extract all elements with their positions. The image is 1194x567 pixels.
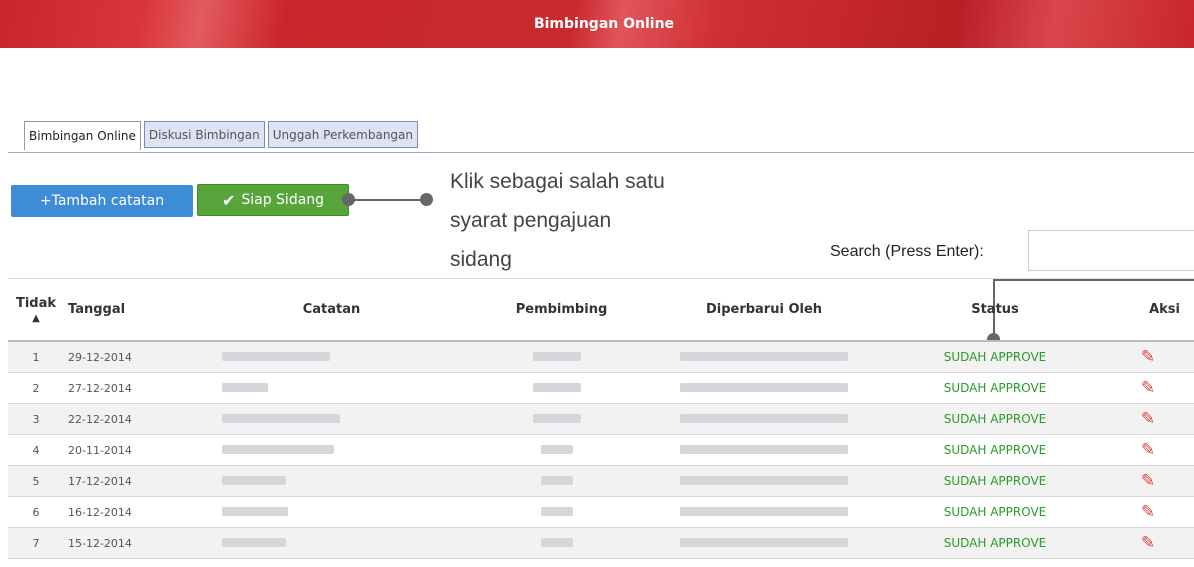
table-row: 7 15-12-2014 SUDAH APPROVE ✎: [8, 527, 1194, 559]
row-status: SUDAH APPROVE: [888, 341, 1102, 373]
row-pembimbing-redacted: [483, 527, 640, 559]
add-note-button[interactable]: +Tambah catatan: [11, 185, 193, 217]
tab-unggah-perkembangan[interactable]: Unggah Perkembangan: [267, 121, 419, 148]
col-tidak-label: Tidak: [15, 295, 57, 311]
table-row: 4 20-11-2014 SUDAH APPROVE ✎: [8, 434, 1194, 466]
row-catatan-redacted: [180, 341, 483, 373]
row-status: SUDAH APPROVE: [888, 527, 1102, 559]
row-action: ✎: [1102, 434, 1194, 466]
row-updater-redacted: [640, 372, 888, 404]
table-row: 5 17-12-2014 SUDAH APPROVE ✎: [8, 465, 1194, 497]
callout-line-2: syarat pengajuan: [450, 209, 612, 232]
col-tanggal-header[interactable]: Tanggal: [64, 278, 180, 342]
col-diperbarui-header[interactable]: Diperbarui Oleh: [640, 278, 888, 342]
row-date: 17-12-2014: [64, 465, 180, 497]
search-label: Search (Press Enter):: [830, 243, 984, 260]
pencil-icon[interactable]: ✎: [1141, 471, 1155, 491]
row-catatan-redacted: [180, 403, 483, 435]
row-status: SUDAH APPROVE: [888, 496, 1102, 528]
callout-dot-end: [420, 193, 433, 206]
row-action: ✎: [1102, 496, 1194, 528]
row-action: ✎: [1102, 465, 1194, 497]
table-header-row: Tidak ▲ Tanggal Catatan Pembimbing Diper…: [8, 278, 1194, 342]
tab-bar: Bimbingan Online Diskusi Bimbingan Ungga…: [24, 121, 421, 150]
callout-line-3: sidang: [450, 248, 512, 271]
pencil-icon[interactable]: ✎: [1141, 502, 1155, 522]
row-number: 4: [8, 434, 64, 466]
siap-sidang-button[interactable]: ✔ Siap Sidang: [197, 184, 349, 216]
row-date: 27-12-2014: [64, 372, 180, 404]
pencil-icon[interactable]: ✎: [1141, 440, 1155, 460]
pencil-icon[interactable]: ✎: [1141, 347, 1155, 367]
search-input[interactable]: [1028, 230, 1194, 271]
row-updater-redacted: [640, 341, 888, 373]
row-updater-redacted: [640, 403, 888, 435]
check-icon: ✔: [221, 190, 236, 210]
callout-line-1: Klik sebagai salah satu: [450, 170, 665, 193]
table-row: 3 22-12-2014 SUDAH APPROVE ✎: [8, 403, 1194, 435]
row-pembimbing-redacted: [483, 496, 640, 528]
row-pembimbing-redacted: [483, 434, 640, 466]
row-number: 2: [8, 372, 64, 404]
header-banner: Bimbingan Online: [0, 0, 1194, 48]
sort-up-icon: ▲: [32, 312, 40, 324]
row-date: 15-12-2014: [64, 527, 180, 559]
notes-table: Tidak ▲ Tanggal Catatan Pembimbing Diper…: [8, 278, 1194, 559]
row-date: 22-12-2014: [64, 403, 180, 435]
table-row: 2 27-12-2014 SUDAH APPROVE ✎: [8, 372, 1194, 404]
row-number: 1: [8, 341, 64, 373]
row-action: ✎: [1102, 372, 1194, 404]
row-catatan-redacted: [180, 527, 483, 559]
row-action: ✎: [1102, 341, 1194, 373]
pencil-icon[interactable]: ✎: [1141, 378, 1155, 398]
row-updater-redacted: [640, 496, 888, 528]
row-number: 6: [8, 496, 64, 528]
row-date: 20-11-2014: [64, 434, 180, 466]
table-row: 6 16-12-2014 SUDAH APPROVE ✎: [8, 496, 1194, 528]
col-status-header[interactable]: Status: [888, 278, 1102, 342]
row-number: 5: [8, 465, 64, 497]
row-catatan-redacted: [180, 496, 483, 528]
row-action: ✎: [1102, 403, 1194, 435]
siap-sidang-label: Siap Sidang: [241, 192, 325, 208]
row-pembimbing-redacted: [483, 403, 640, 435]
tab-bimbingan-online[interactable]: Bimbingan Online: [24, 121, 141, 150]
col-pembimbing-header[interactable]: Pembimbing: [483, 278, 640, 342]
page-title: Bimbingan Online: [533, 16, 675, 32]
row-catatan-redacted: [180, 465, 483, 497]
row-updater-redacted: [640, 434, 888, 466]
row-updater-redacted: [640, 465, 888, 497]
row-pembimbing-redacted: [483, 341, 640, 373]
callout-annotation: Klik sebagai salah satu syarat pengajuan…: [450, 162, 750, 279]
row-status: SUDAH APPROVE: [888, 434, 1102, 466]
callout-dot-siap: [342, 193, 355, 206]
callout-line-siap: [349, 199, 426, 201]
col-tidak-header[interactable]: Tidak ▲: [8, 278, 64, 342]
row-number: 7: [8, 527, 64, 559]
row-catatan-redacted: [180, 372, 483, 404]
tab-diskusi-bimbingan[interactable]: Diskusi Bimbingan: [143, 121, 265, 148]
tab-divider: [8, 152, 1194, 153]
col-catatan-header[interactable]: Catatan: [180, 278, 483, 342]
row-status: SUDAH APPROVE: [888, 465, 1102, 497]
row-catatan-redacted: [180, 434, 483, 466]
pencil-icon[interactable]: ✎: [1141, 533, 1155, 553]
row-pembimbing-redacted: [483, 465, 640, 497]
row-number: 3: [8, 403, 64, 435]
row-date: 16-12-2014: [64, 496, 180, 528]
col-aksi-header: Aksi: [1102, 278, 1194, 342]
row-updater-redacted: [640, 527, 888, 559]
row-pembimbing-redacted: [483, 372, 640, 404]
row-action: ✎: [1102, 527, 1194, 559]
row-status: SUDAH APPROVE: [888, 403, 1102, 435]
table-row: 1 29-12-2014 SUDAH APPROVE ✎: [8, 341, 1194, 373]
row-date: 29-12-2014: [64, 341, 180, 373]
pencil-icon[interactable]: ✎: [1141, 409, 1155, 429]
row-status: SUDAH APPROVE: [888, 372, 1102, 404]
